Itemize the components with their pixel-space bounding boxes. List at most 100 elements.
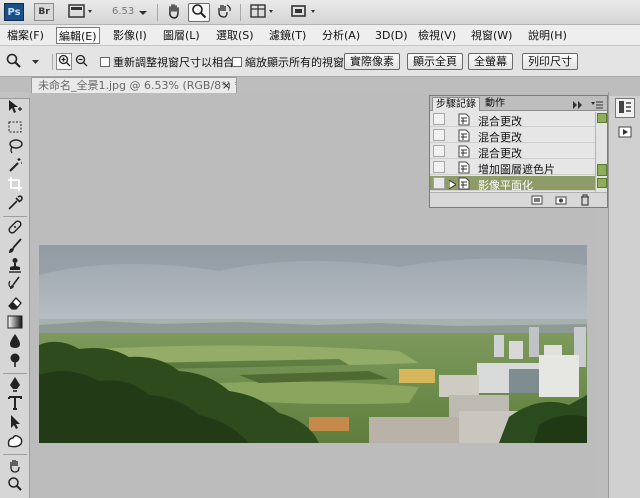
scroll-thumb[interactable] xyxy=(597,164,607,176)
eyedropper-tool[interactable] xyxy=(5,194,25,214)
resize-windows-checkbox[interactable] xyxy=(100,57,110,67)
crop-icon xyxy=(7,176,23,195)
history-source-cell[interactable] xyxy=(433,145,445,157)
dodge-tool[interactable] xyxy=(5,352,25,370)
history-state-slider-icon[interactable] xyxy=(448,179,457,192)
path-selection-tool[interactable] xyxy=(5,414,25,432)
print-size-button[interactable]: 列印尺寸 xyxy=(522,53,578,70)
marquee-tool[interactable] xyxy=(5,119,25,137)
stamp-icon xyxy=(7,257,23,276)
document-tab[interactable]: 未命名_全景1.jpg @ 6.53% (RGB/8*) * × xyxy=(31,77,237,93)
menu-help[interactable]: 說明(H) xyxy=(526,27,569,44)
double-chevron-icon[interactable] xyxy=(573,99,583,112)
history-state-icon xyxy=(458,129,470,142)
menu-view[interactable]: 檢視(V) xyxy=(416,27,458,44)
bridge-launch-button[interactable]: Br xyxy=(34,3,54,21)
scroll-down-icon[interactable] xyxy=(597,178,607,188)
history-step[interactable]: 混合更改 xyxy=(430,128,595,144)
arrange-documents-button[interactable] xyxy=(248,3,278,22)
application-bar: Ps Br 6.53 xyxy=(0,0,640,25)
panel-menu-icon[interactable] xyxy=(591,99,603,112)
brush-tool[interactable] xyxy=(5,237,25,257)
history-panel-button[interactable] xyxy=(615,98,635,118)
hand-tool-button[interactable] xyxy=(164,3,184,22)
move-tool[interactable] xyxy=(5,99,25,117)
bandage-icon xyxy=(7,219,23,238)
zoom-level-dropdown[interactable] xyxy=(136,3,150,22)
clone-stamp-tool[interactable] xyxy=(5,257,25,275)
brush-icon xyxy=(7,237,23,257)
shape-icon xyxy=(7,434,23,451)
healing-brush-tool[interactable] xyxy=(5,219,25,237)
rotate-view-button[interactable] xyxy=(214,3,234,22)
view-extras-button[interactable] xyxy=(66,3,96,22)
history-source-cell[interactable] xyxy=(433,129,445,141)
custom-shape-tool[interactable] xyxy=(5,433,25,451)
history-brush-tool[interactable] xyxy=(5,276,25,294)
new-document-from-state-icon[interactable] xyxy=(531,195,543,208)
chevron-down-icon xyxy=(32,55,39,68)
scroll-up-icon[interactable] xyxy=(597,113,607,123)
fill-screen-button[interactable]: 全螢幕 xyxy=(468,53,513,70)
menu-select[interactable]: 選取(S) xyxy=(214,27,256,44)
zoom-view-tool[interactable] xyxy=(5,476,25,494)
actual-pixels-button[interactable]: 實際像素 xyxy=(344,53,400,70)
history-state-icon xyxy=(458,145,470,158)
history-panel-icon xyxy=(618,100,632,117)
menu-file[interactable]: 檔案(F) xyxy=(5,27,46,44)
fit-screen-button[interactable]: 顯示全頁 xyxy=(407,53,463,70)
photoshop-logo[interactable]: Ps xyxy=(4,3,24,21)
menu-filter[interactable]: 濾鏡(T) xyxy=(267,27,308,44)
history-step-label: 混合更改 xyxy=(478,147,522,160)
zoom-level-readout[interactable]: 6.53 xyxy=(112,6,134,17)
menu-image[interactable]: 影像(I) xyxy=(111,27,149,44)
zoom-in-button[interactable] xyxy=(56,53,72,70)
panorama-image xyxy=(39,245,587,443)
tab-actions[interactable]: 動作 xyxy=(482,97,508,111)
tool-preset-picker[interactable] xyxy=(4,52,44,71)
history-step-selected[interactable]: 影像平面化 xyxy=(430,176,595,192)
menu-window[interactable]: 視窗(W) xyxy=(469,27,514,44)
history-source-cell[interactable] xyxy=(433,161,445,173)
crop-tool[interactable] xyxy=(5,176,25,194)
gradient-tool[interactable] xyxy=(5,314,25,332)
history-step-label: 增加圖層遮色片 xyxy=(478,163,555,176)
history-scrollbar[interactable] xyxy=(595,112,607,192)
gradient-icon xyxy=(7,315,23,332)
menu-3d[interactable]: 3D(D) xyxy=(373,27,410,44)
right-panel-dock xyxy=(608,92,640,498)
eyedropper-icon xyxy=(7,194,23,214)
menu-edit[interactable]: 編輯(E) xyxy=(56,27,100,44)
trash-icon[interactable] xyxy=(580,194,590,209)
history-step[interactable]: 混合更改 xyxy=(430,144,595,160)
history-panel-footer xyxy=(430,192,607,207)
chevron-down-icon xyxy=(139,6,147,19)
blur-tool[interactable] xyxy=(5,333,25,351)
tab-history[interactable]: 步驟記錄 xyxy=(432,97,480,111)
close-icon[interactable]: × xyxy=(222,78,231,93)
snapshot-camera-icon[interactable] xyxy=(555,195,567,208)
type-tool[interactable] xyxy=(5,395,25,413)
pen-tool[interactable] xyxy=(5,376,25,394)
panel-grip[interactable] xyxy=(609,92,640,96)
history-state-icon xyxy=(458,161,470,174)
history-source-cell[interactable] xyxy=(433,177,445,189)
screen-mode-icon xyxy=(68,4,94,21)
eraser-tool[interactable] xyxy=(5,295,25,313)
actions-panel-button[interactable] xyxy=(615,124,635,142)
zoom-all-windows-checkbox[interactable] xyxy=(232,57,242,67)
history-step[interactable]: 增加圖層遮色片 xyxy=(430,160,595,176)
screen-mode-button[interactable] xyxy=(288,3,320,22)
history-step[interactable]: 混合更改 xyxy=(430,112,595,128)
zoom-out-button[interactable] xyxy=(73,53,89,70)
rotate-view-tool[interactable] xyxy=(5,457,25,475)
history-source-cell[interactable] xyxy=(433,113,445,125)
tools-panel xyxy=(0,92,30,498)
menu-layer[interactable]: 圖層(L) xyxy=(161,27,202,44)
separator xyxy=(52,54,53,70)
menu-analysis[interactable]: 分析(A) xyxy=(320,27,362,44)
quick-selection-tool[interactable] xyxy=(5,157,25,175)
zoom-tool-button[interactable] xyxy=(188,3,210,22)
lasso-tool[interactable] xyxy=(5,138,25,156)
zoom-all-windows-label: 縮放顯示所有的視窗 xyxy=(245,56,344,69)
